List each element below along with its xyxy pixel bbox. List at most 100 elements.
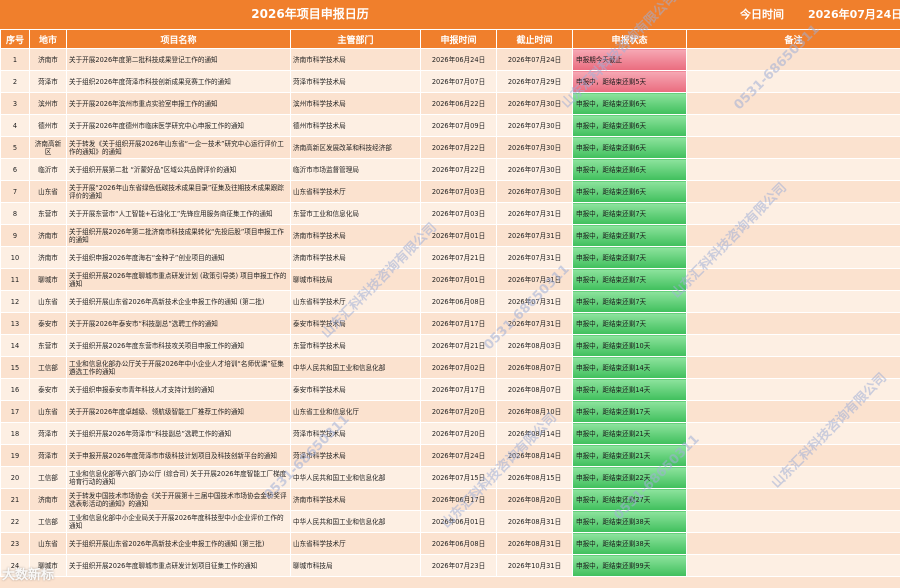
cell-project-name: 关于组织开展2026年度聊城市重点研发计划 (政策引导类) 项目申报工作的通知 [66,268,291,291]
cell-end-date: 2026年07月30日 [496,92,573,115]
page-title: 2026年项目申报日历 [251,7,369,21]
table-row[interactable]: 16 泰安市 关于组织申报泰安市青年科技人才支持计划的通知 泰安市科学技术局 2026年… [0,378,900,401]
table-row[interactable]: 7 山东省 关于开展“2026年山东省绿色低碳技术成果目录”征集及往期技术成果跟踪评… [0,180,900,203]
table-row[interactable]: 17 山东省 关于开展2026年度卓越级、领航级智能工厂推荐工作的通知 山东省工业和信… [0,400,900,423]
table-row[interactable]: 8 东营市 关于开展东营市“人工智能+石油化工”先锋应用服务商征集工作的通知 东营市工… [0,202,900,225]
table-row[interactable]: 12 山东省 关于组织开展山东省2026年高新技术企业申报工作的通知 (第二批) 山东… [0,290,900,313]
cell-project-name: 关于组织开展第二批 “沂蒙好品”区域公共品牌评价的通知 [66,158,291,181]
table-row[interactable]: 5 济南高新区 关于转发《关于组织开展2026年山东省“一企一技术”研究中心运行评价… [0,136,900,159]
cell-end-date: 2026年08月31日 [496,510,573,533]
cell-remark [686,202,900,225]
cell-no: 6 [0,158,30,181]
cell-start-date: 2026年07月15日 [420,466,497,489]
cell-city: 东营市 [29,202,67,225]
cell-end-date: 2026年08月10日 [496,400,573,423]
cell-dept: 聊城市科技局 [290,554,421,577]
cell-end-date: 2026年08月07日 [496,378,573,401]
cell-no: 22 [0,510,30,533]
cell-no: 16 [0,378,30,401]
col-header-city: 地市 [29,29,67,49]
cell-status: 申报中，距结束还剩7天 [572,312,687,335]
cell-remark [686,158,900,181]
cell-remark [686,180,900,203]
cell-dept: 山东省科学技术厅 [290,180,421,203]
cell-end-date: 2026年07月31日 [496,246,573,269]
cell-end-date: 2026年10月31日 [496,554,573,577]
table-row[interactable]: 1 济南市 关于开展2026年度第二批科技成果登记工作的通知 济南市科学技术局 2026… [0,48,900,71]
cell-status: 申报中，距结束还剩17天 [572,400,687,423]
table-row[interactable]: 18 菏泽市 关于组织开展2026年菏泽市“科技副总”选聘工作的通知 菏泽市科学技术局… [0,422,900,445]
table-row[interactable]: 23 山东省 关于组织开展山东省2026年高新技术企业申报工作的通知 (第三批) 山东… [0,532,900,555]
cell-city: 泰安市 [29,312,67,335]
cell-status: 申报中，距结束还剩21天 [572,422,687,445]
table-row[interactable]: 2 菏泽市 关于组织2026年度菏泽市科技创新成果竞赛工作的通知 菏泽市科学技术局 20… [0,70,900,93]
cell-remark [686,290,900,313]
cell-no: 4 [0,114,30,137]
cell-project-name: 关于开展“2026年山东省绿色低碳技术成果目录”征集及往期技术成果跟踪评价的通知 [66,180,291,203]
cell-project-name: 关于组织开展山东省2026年高新技术企业申报工作的通知 (第三批) [66,532,291,555]
cell-status: 申报中，距结束还剩7天 [572,224,687,247]
cell-status: 申报中，距结束还剩22天 [572,466,687,489]
cell-city: 德州市 [29,114,67,137]
cell-no: 1 [0,48,30,71]
cell-city: 山东省 [29,180,67,203]
cell-dept: 济南市科学技术局 [290,488,421,511]
table-row[interactable]: 4 德州市 关于开展2026年度德州市临床医学研究中心申报工作的通知 德州市科学技术局… [0,114,900,137]
cell-dept: 济南市科学技术局 [290,48,421,71]
cell-no: 20 [0,466,30,489]
table-row[interactable]: 11 聊城市 关于组织开展2026年度聊城市重点研发计划 (政策引导类) 项目申报工… [0,268,900,291]
cell-start-date: 2026年07月20日 [420,400,497,423]
cell-status: 申报中，距结束还剩14天 [572,356,687,379]
cell-status: 申报中，距结束还剩5天 [572,70,687,93]
cell-start-date: 2026年06月22日 [420,92,497,115]
table-row[interactable]: 24 聊城市 关于组织开展2026年度聊城市重点研发计划项目征集工作的通知 聊城市科技… [0,554,900,577]
cell-no: 3 [0,92,30,115]
cell-remark [686,246,900,269]
table-row[interactable]: 6 临沂市 关于组织开展第二批 “沂蒙好品”区域公共品牌评价的通知 临沂市市场监督管理… [0,158,900,181]
cell-status: 申报中，距结束还剩6天 [572,92,687,115]
cell-dept: 济南高新区发展改革和科技经济部 [290,136,421,159]
cell-status: 申报中，距结束还剩99天 [572,554,687,577]
table-row[interactable]: 20 工信部 工业和信息化部等六部门办公厅 (综合司) 关于开展2026年度智能工厂… [0,466,900,489]
table-row[interactable]: 19 菏泽市 关于申报开展2026年度菏泽市市级科技计划项目及科技创新平台的通知 菏泽… [0,444,900,467]
table-row[interactable]: 22 工信部 工业和信息化部中小企业局关于开展2026年度科技型中小企业评价工作的通… [0,510,900,533]
cell-city: 菏泽市 [29,422,67,445]
today-label: 今日时间 [740,8,784,21]
cell-dept: 菏泽市科学技术局 [290,422,421,445]
table-row[interactable]: 21 济南市 关于转发中国技术市场协会《关于开展第十三届中国技术市场协会金桥奖评选表… [0,488,900,511]
cell-start-date: 2026年07月17日 [420,378,497,401]
cell-dept: 聊城市科技局 [290,268,421,291]
table-row[interactable]: 9 济南市 关于组织开展2026年第二批济南市科技成果转化“先投后股”项目申报工作的… [0,224,900,247]
table-header-row: 序号 地市 项目名称 主管部门 申报时间 截止时间 申报状态 备注 [0,29,900,49]
cell-city: 工信部 [29,356,67,379]
cell-no: 12 [0,290,30,313]
cell-end-date: 2026年08月07日 [496,356,573,379]
col-header-name: 项目名称 [66,29,291,49]
cell-start-date: 2026年07月01日 [420,268,497,291]
cell-status: 申报期今天截止 [572,48,687,71]
cell-end-date: 2026年07月30日 [496,136,573,159]
table-row[interactable]: 13 泰安市 关于开展2026年泰安市“科技副总”选聘工作的通知 泰安市科学技术局 20… [0,312,900,335]
cell-remark [686,532,900,555]
cell-status: 申报中，距结束还剩10天 [572,334,687,357]
cell-start-date: 2026年06月17日 [420,488,497,511]
cell-dept: 菏泽市科学技术局 [290,444,421,467]
cell-remark [686,48,900,71]
cell-no: 8 [0,202,30,225]
table-row[interactable]: 14 东营市 关于组织开展2026年度东营市科技攻关项目申报工作的通知 东营市科学技术… [0,334,900,357]
cell-start-date: 2026年07月20日 [420,422,497,445]
cell-dept: 济南市科学技术局 [290,246,421,269]
table-row[interactable]: 15 工信部 工业和信息化部办公厅关于开展2026年中小企业人才培训“名师优课”征集… [0,356,900,379]
cell-remark [686,444,900,467]
cell-dept: 东营市工业和信息化局 [290,202,421,225]
cell-dept: 滨州市科学技术局 [290,92,421,115]
cell-city: 济南市 [29,224,67,247]
cell-remark [686,510,900,533]
cell-city: 泰安市 [29,378,67,401]
table-row[interactable]: 10 济南市 关于组织申报2026年度海右“金种子”创业项目的通知 济南市科学技术局 2… [0,246,900,269]
cell-no: 9 [0,224,30,247]
cell-project-name: 工业和信息化部等六部门办公厅 (综合司) 关于开展2026年度智能工厂梯度培育行… [66,466,291,489]
cell-project-name: 关于组织开展2026年度东营市科技攻关项目申报工作的通知 [66,334,291,357]
table-body: 1 济南市 关于开展2026年度第二批科技成果登记工作的通知 济南市科学技术局 2026… [0,48,900,577]
table-row[interactable]: 3 滨州市 关于开展2026年滨州市重点实验室申报工作的通知 滨州市科学技术局 2026… [0,92,900,115]
